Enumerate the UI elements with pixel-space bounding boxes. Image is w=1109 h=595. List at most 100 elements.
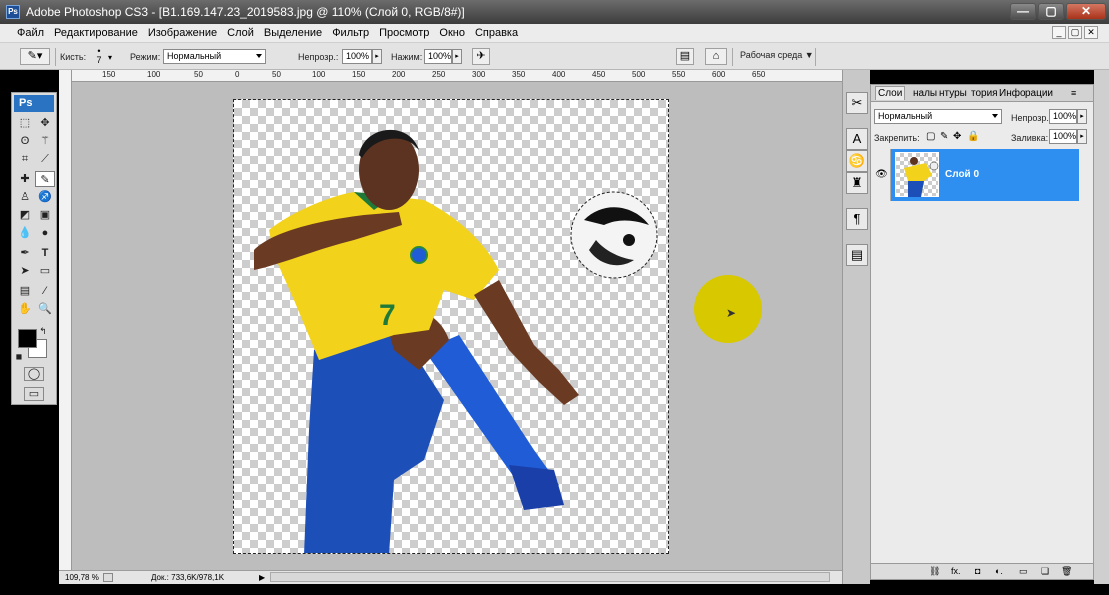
- palette-well-icon[interactable]: ▤: [676, 48, 694, 65]
- tab-layers[interactable]: Слои: [875, 86, 906, 100]
- new-group-icon[interactable]: ▭: [1019, 566, 1028, 577]
- workspace-menu[interactable]: Рабочая среда ▼: [740, 50, 814, 60]
- document-canvas[interactable]: 7: [233, 99, 669, 554]
- menu-view[interactable]: Просмотр: [374, 27, 434, 39]
- screen-mode-icon[interactable]: ▭: [24, 387, 44, 401]
- swap-colors-icon[interactable]: ↰: [37, 323, 49, 339]
- path-selection-tool-icon[interactable]: ➤: [15, 263, 35, 279]
- hand-tool-icon[interactable]: ✋: [15, 301, 35, 317]
- character-panel-icon[interactable]: A: [846, 128, 868, 150]
- eyedropper-tool-icon[interactable]: ⁄: [35, 283, 55, 299]
- horizontal-scrollbar[interactable]: [270, 572, 830, 582]
- magic-wand-tool-icon[interactable]: ⚚: [35, 133, 55, 149]
- foreground-color-swatch[interactable]: [18, 329, 37, 348]
- brush-tool-icon[interactable]: ✎: [35, 171, 55, 187]
- lock-image-icon[interactable]: ✎: [940, 131, 948, 142]
- photoshop-logo-icon: Ps: [6, 5, 20, 19]
- lock-all-icon[interactable]: 🔒: [967, 131, 979, 142]
- status-menu-arrow-icon[interactable]: ▶: [259, 573, 265, 582]
- flow-field[interactable]: 100%: [424, 49, 452, 64]
- panel-dock: ✂ A ♋ ♜ ¶ ▤: [842, 70, 870, 584]
- clone-source-panel-icon[interactable]: ♜: [846, 172, 868, 194]
- brush-picker[interactable]: • 7: [93, 47, 105, 65]
- menu-file[interactable]: Файл: [12, 27, 49, 39]
- healing-brush-tool-icon[interactable]: ✚: [15, 171, 35, 187]
- lock-position-icon[interactable]: ✥: [953, 131, 961, 142]
- layer-style-icon[interactable]: fx.: [951, 566, 961, 576]
- layer-opacity-field[interactable]: 100%: [1049, 109, 1077, 124]
- opacity-slider-button[interactable]: ▸: [372, 49, 382, 64]
- eye-icon[interactable]: 👁: [873, 149, 891, 201]
- crop-tool-icon[interactable]: ⌗: [15, 151, 35, 167]
- tab-channels[interactable]: налы: [911, 87, 939, 100]
- doc-minimize-button[interactable]: _: [1052, 26, 1066, 39]
- horizontal-ruler: 150 100 50 0 50 100 150 200 250 300 350 …: [72, 70, 842, 82]
- tools-panel-icon[interactable]: ✂: [846, 92, 868, 114]
- link-layers-icon[interactable]: ⛓: [929, 566, 940, 577]
- gradient-tool-icon[interactable]: ▣: [35, 207, 55, 223]
- layer-image-soccer-player: 7: [254, 129, 658, 553]
- brush-tool-preset-icon[interactable]: ✎▾: [20, 48, 50, 65]
- shape-tool-icon[interactable]: ▭: [35, 263, 55, 279]
- layer-opacity-slider-button[interactable]: ▸: [1077, 109, 1087, 124]
- layer-thumbnail: [895, 152, 939, 197]
- airbrush-icon[interactable]: ✈: [472, 48, 490, 65]
- right-panel-edge: [1094, 70, 1109, 584]
- default-colors-icon[interactable]: ◼: [13, 349, 25, 365]
- eraser-tool-icon[interactable]: ◩: [15, 207, 35, 223]
- ruler-tick: 0: [235, 70, 240, 79]
- menu-layer[interactable]: Слой: [222, 27, 259, 39]
- layer-row[interactable]: 👁 Слой 0: [873, 149, 1079, 201]
- fill-slider-button[interactable]: ▸: [1077, 129, 1087, 144]
- brushes-panel-icon[interactable]: ♋: [846, 150, 868, 172]
- pen-tool-icon[interactable]: ✒: [15, 245, 35, 261]
- paragraph-panel-icon[interactable]: ¶: [846, 208, 868, 230]
- layer-mask-icon[interactable]: ◘: [975, 566, 980, 576]
- bridge-icon[interactable]: ⌂: [705, 48, 727, 65]
- lock-transparency-icon[interactable]: ▢: [926, 131, 935, 142]
- move-tool-icon[interactable]: ✥: [35, 115, 55, 131]
- tab-history[interactable]: тория: [969, 87, 1000, 100]
- lasso-tool-icon[interactable]: ʘ: [15, 133, 35, 149]
- blur-tool-icon[interactable]: 💧: [15, 225, 35, 241]
- tab-paths[interactable]: нтуры: [937, 87, 969, 100]
- minimize-button[interactable]: —: [1010, 3, 1036, 20]
- menu-filter[interactable]: Фильтр: [327, 27, 374, 39]
- panel-menu-icon[interactable]: ≡: [1069, 87, 1078, 99]
- marquee-tool-icon[interactable]: ⬚: [15, 115, 35, 131]
- layer-comps-panel-icon[interactable]: ▤: [846, 244, 868, 266]
- close-button[interactable]: ✕: [1066, 3, 1106, 20]
- delete-layer-icon[interactable]: 🗑: [1061, 566, 1072, 577]
- maximize-button[interactable]: ▢: [1038, 3, 1064, 20]
- clone-stamp-tool-icon[interactable]: ♙: [15, 189, 35, 205]
- menu-select[interactable]: Выделение: [259, 27, 327, 39]
- opacity-field[interactable]: 100%: [342, 49, 372, 64]
- layer-opacity-label: Непрозр.:: [1011, 113, 1052, 123]
- type-tool-icon[interactable]: T: [35, 245, 55, 261]
- doc-restore-button[interactable]: ▢: [1068, 26, 1082, 39]
- zoom-menu-icon[interactable]: [103, 573, 113, 582]
- layer-name[interactable]: Слой 0: [945, 169, 979, 180]
- dodge-tool-icon[interactable]: ●: [35, 225, 55, 241]
- menu-help[interactable]: Справка: [470, 27, 523, 39]
- menu-window[interactable]: Окно: [434, 27, 470, 39]
- slice-tool-icon[interactable]: ⟋: [35, 151, 55, 167]
- lock-label: Закрепить:: [874, 133, 920, 143]
- zoom-tool-icon[interactable]: 🔍: [35, 301, 55, 317]
- adjustment-layer-icon[interactable]: ◐.: [995, 566, 1003, 576]
- fill-field[interactable]: 100%: [1049, 129, 1077, 144]
- notes-tool-icon[interactable]: ▤: [15, 283, 35, 299]
- menu-edit[interactable]: Редактирование: [49, 27, 143, 39]
- chevron-down-icon[interactable]: ▾: [108, 53, 112, 62]
- quick-mask-icon[interactable]: ◯: [24, 367, 44, 381]
- new-layer-icon[interactable]: ❏: [1041, 566, 1049, 577]
- blend-mode-select[interactable]: Нормальный: [874, 109, 1002, 124]
- history-brush-tool-icon[interactable]: ♐: [35, 189, 55, 205]
- flow-slider-button[interactable]: ▸: [452, 49, 462, 64]
- layers-panel: Слои налы нтуры тория Инфо рации ≡ Норма…: [870, 84, 1094, 580]
- doc-close-button[interactable]: ✕: [1084, 26, 1098, 39]
- mode-select[interactable]: Нормальный: [163, 49, 266, 64]
- menu-image[interactable]: Изображение: [143, 27, 222, 39]
- tab-actions[interactable]: рации: [1023, 87, 1055, 100]
- zoom-level[interactable]: 109,78 %: [65, 573, 99, 582]
